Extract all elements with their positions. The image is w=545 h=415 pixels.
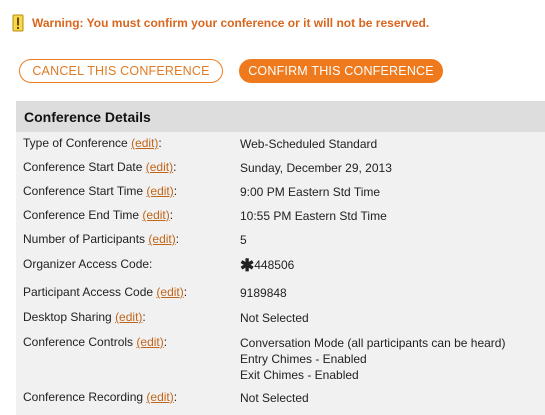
label-colon: : — [173, 184, 178, 198]
action-buttons: CANCEL THIS CONFERENCE CONFIRM THIS CONF… — [19, 59, 443, 83]
detail-row: Conference End Time (edit): 10:55 PM East… — [23, 208, 545, 224]
edit-link[interactable]: (edit) — [131, 136, 158, 150]
detail-label: Organizer Access Code: — [23, 257, 240, 274]
detail-row: Conference Start Date (edit): Sunday, Dec… — [23, 160, 545, 176]
detail-value: ✱448506 — [240, 257, 545, 274]
detail-value-line: Conversation Mode (all participants can … — [240, 335, 545, 351]
detail-value-line: Web-Scheduled Standard — [240, 136, 545, 152]
detail-value-line: Sunday, December 29, 2013 — [240, 160, 545, 176]
detail-label: Conference Start Time (edit): — [23, 184, 240, 200]
edit-link[interactable]: (edit) — [146, 184, 173, 198]
label-colon: : — [142, 310, 146, 324]
detail-label: Number of Participants (edit): — [23, 232, 240, 248]
detail-value-line: ✱448506 — [240, 257, 545, 274]
asterisk-icon: ✱ — [240, 256, 255, 275]
detail-label-text: Type of Conference — [23, 136, 128, 150]
detail-label-text: Desktop Sharing — [23, 310, 112, 324]
edit-link[interactable]: (edit) — [146, 390, 173, 404]
cancel-conference-button[interactable]: CANCEL THIS CONFERENCE — [19, 59, 223, 83]
label-colon: : — [173, 160, 177, 174]
detail-value-text: 5 — [240, 233, 247, 247]
detail-label: Conference Recording (edit): — [23, 390, 240, 406]
detail-value-line: 9:00 PM Eastern Std Time — [240, 184, 545, 200]
edit-link[interactable]: (edit) — [148, 232, 175, 246]
edit-link[interactable]: (edit) — [136, 335, 163, 349]
detail-value-text: Sunday, December 29, 2013 — [240, 161, 392, 175]
detail-row: Type of Conference (edit): Web-Scheduled … — [23, 136, 545, 152]
detail-label: Conference End Time (edit): — [23, 208, 240, 224]
detail-label: Type of Conference (edit): — [23, 136, 240, 152]
detail-label-text: Conference End Time — [23, 208, 140, 222]
detail-row: Number of Participants (edit): 5 — [23, 232, 545, 248]
detail-value-text: Not Selected — [240, 391, 309, 405]
detail-value-text: 9:00 PM Eastern Std Time — [240, 185, 381, 199]
panel-title: Conference Details — [16, 102, 545, 132]
detail-value-line: 5 — [240, 232, 545, 248]
detail-value-text: Web-Scheduled Standard — [240, 137, 378, 151]
detail-value: 5 — [240, 232, 545, 248]
detail-value-text: 10:55 PM Eastern Std Time — [240, 209, 387, 223]
detail-value-line: Entry Chimes - Enabled — [240, 351, 545, 367]
detail-value: Not Selected — [240, 310, 545, 326]
detail-value-line: Not Selected — [240, 310, 545, 326]
detail-row: Participant Access Code (edit): 9189848 — [23, 285, 545, 301]
detail-label-text: Organizer Access Code: — [23, 257, 153, 271]
detail-label-text: Number of Participants — [23, 232, 146, 246]
detail-label: Conference Start Date (edit): — [23, 160, 240, 176]
edit-link[interactable]: (edit) — [156, 285, 183, 299]
label-colon: : — [175, 232, 180, 246]
label-colon: : — [169, 208, 174, 222]
confirm-conference-button[interactable]: CONFIRM THIS CONFERENCE — [239, 59, 443, 83]
detail-value-text: Entry Chimes - Enabled — [240, 352, 367, 366]
detail-value-text: Exit Chimes - Enabled — [240, 368, 359, 382]
detail-row: Organizer Access Code: ✱448506 — [23, 257, 545, 274]
detail-value-text: Not Selected — [240, 311, 309, 325]
edit-link[interactable]: (edit) — [115, 310, 142, 324]
detail-label: Desktop Sharing (edit): — [23, 310, 240, 326]
detail-row: Conference Start Time (edit): 9:00 PM Eas… — [23, 184, 545, 200]
detail-value: 9:00 PM Eastern Std Time — [240, 184, 545, 200]
detail-value: 9189848 — [240, 285, 545, 301]
edit-link[interactable]: (edit) — [146, 160, 173, 174]
detail-label-text: Conference Controls — [23, 335, 134, 349]
label-colon: : — [158, 136, 162, 150]
detail-row: Conference Controls (edit): Conversation … — [23, 335, 545, 383]
detail-value-text: 448506 — [254, 258, 295, 272]
detail-value: Not Selected — [240, 390, 545, 406]
warning-banner: Warning: You must confirm your conferenc… — [12, 14, 429, 32]
detail-label-text: Participant Access Code — [23, 285, 154, 299]
detail-row: Conference Recording (edit): Not Selected — [23, 390, 545, 406]
detail-label-text: Conference Start Date — [23, 160, 143, 174]
detail-row: Desktop Sharing (edit): Not Selected — [23, 310, 545, 326]
detail-value-line: 10:55 PM Eastern Std Time — [240, 208, 545, 224]
detail-value-text: 9189848 — [240, 286, 287, 300]
detail-value: Sunday, December 29, 2013 — [240, 160, 545, 176]
detail-value: Conversation Mode (all participants can … — [240, 335, 545, 383]
detail-value-line: Exit Chimes - Enabled — [240, 367, 545, 383]
label-colon: : — [183, 285, 188, 299]
label-colon: : — [163, 335, 168, 349]
detail-label: Participant Access Code (edit): — [23, 285, 240, 301]
detail-value-line: Not Selected — [240, 390, 545, 406]
detail-value-text: Conversation Mode (all participants can … — [240, 336, 506, 350]
warning-icon — [12, 14, 24, 32]
detail-label-text: Conference Recording — [23, 390, 144, 404]
detail-value-line: 9189848 — [240, 285, 545, 301]
conference-details-panel: Conference Details Type of Conference (e… — [16, 101, 545, 415]
edit-link[interactable]: (edit) — [142, 208, 169, 222]
detail-value: Web-Scheduled Standard — [240, 136, 545, 152]
warning-text: Warning: You must confirm your conferenc… — [32, 16, 430, 30]
detail-value: 10:55 PM Eastern Std Time — [240, 208, 545, 224]
detail-label-text: Conference Start Time — [23, 184, 144, 198]
label-colon: : — [173, 390, 178, 404]
detail-label: Conference Controls (edit): — [23, 335, 240, 383]
